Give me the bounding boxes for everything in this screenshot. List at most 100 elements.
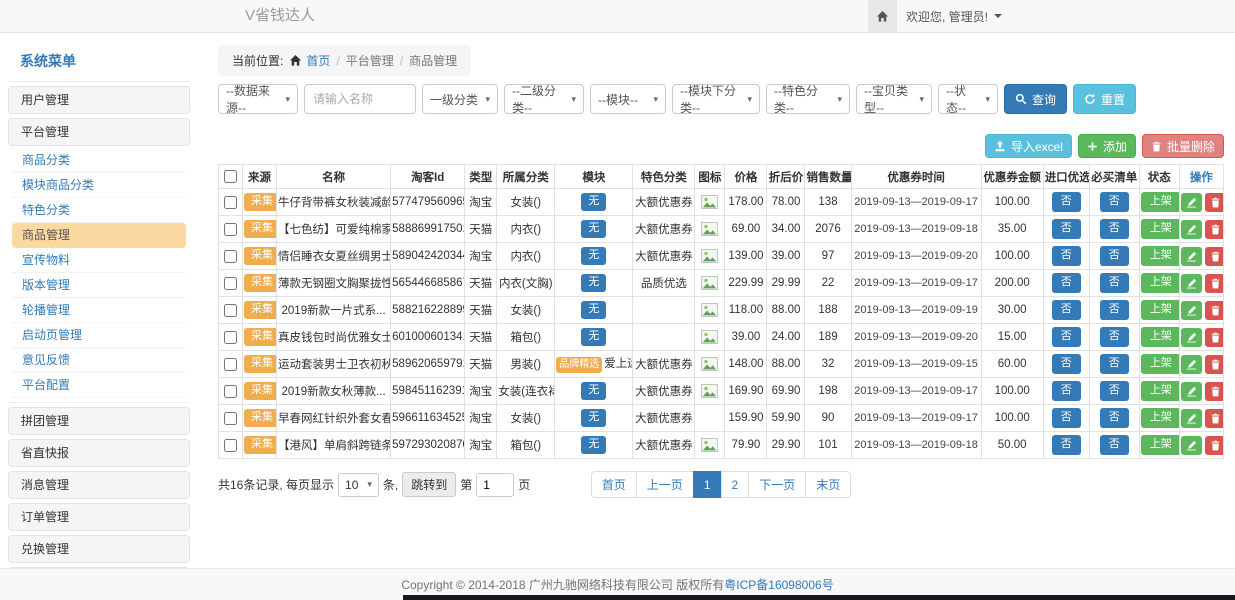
delete-button[interactable] [1205, 220, 1224, 239]
delete-button[interactable] [1205, 355, 1224, 374]
delete-button[interactable] [1205, 436, 1224, 455]
status-badge[interactable]: 上架 [1141, 408, 1180, 428]
sidebar-section-express-news[interactable]: 省直快报 [8, 439, 190, 467]
item-type-select[interactable]: --宝贝类型--▾ [856, 84, 932, 114]
row-checkbox[interactable] [224, 439, 237, 452]
edit-button[interactable] [1181, 247, 1202, 266]
delete-button[interactable] [1205, 247, 1224, 266]
page-button-page-1[interactable]: 1 [693, 471, 722, 498]
delete-button[interactable] [1205, 409, 1224, 428]
breadcrumb-home-link[interactable]: 首页 [289, 52, 330, 69]
reset-button[interactable]: 重置 [1073, 84, 1136, 114]
edit-button[interactable] [1181, 355, 1202, 374]
add-button[interactable]: 添加 [1078, 134, 1136, 158]
import-flag-badge[interactable]: 否 [1052, 192, 1081, 212]
row-checkbox[interactable] [224, 331, 237, 344]
sidebar-section-group-buy-mgmt[interactable]: 拼团管理 [8, 407, 190, 435]
icp-link[interactable]: 粤ICP备16098006号 [724, 576, 833, 593]
status-select[interactable]: --状态--▾ [938, 84, 998, 114]
module-sub-category-select[interactable]: --模块下分类--▾ [672, 84, 760, 114]
import-flag-badge[interactable]: 否 [1052, 435, 1081, 455]
import-flag-badge[interactable]: 否 [1052, 408, 1081, 428]
sidebar-item-feedback[interactable]: 意见反馈 [12, 348, 186, 373]
user-menu[interactable]: 欢迎您, 管理员! [906, 0, 1002, 32]
import-flag-badge[interactable]: 否 [1052, 300, 1081, 320]
search-button[interactable]: 查询 [1004, 84, 1067, 114]
edit-button[interactable] [1181, 220, 1202, 239]
sidebar-item-feature-category[interactable]: 特色分类 [12, 198, 186, 223]
sidebar-item-goods-mgmt[interactable]: 商品管理 [12, 223, 186, 248]
edit-button[interactable] [1181, 301, 1202, 320]
sidebar-section-user-mgmt[interactable]: 用户管理 [8, 86, 190, 114]
status-badge[interactable]: 上架 [1141, 327, 1180, 347]
edit-button[interactable] [1181, 409, 1202, 428]
level2-category-select[interactable]: --二级分类--▾ [504, 84, 584, 114]
sidebar-item-promo-materials[interactable]: 宣传物料 [12, 248, 186, 273]
must-buy-badge[interactable]: 否 [1100, 408, 1129, 428]
import-flag-badge[interactable]: 否 [1052, 354, 1081, 374]
status-badge[interactable]: 上架 [1141, 435, 1180, 455]
page-button-first[interactable]: 首页 [591, 471, 637, 498]
status-badge[interactable]: 上架 [1141, 300, 1180, 320]
row-checkbox[interactable] [224, 358, 237, 371]
status-badge[interactable]: 上架 [1141, 246, 1180, 266]
must-buy-badge[interactable]: 否 [1100, 381, 1129, 401]
import-flag-badge[interactable]: 否 [1052, 273, 1081, 293]
import-flag-badge[interactable]: 否 [1052, 246, 1081, 266]
home-button[interactable] [868, 0, 897, 32]
status-badge[interactable]: 上架 [1141, 381, 1180, 401]
import-excel-button[interactable]: 导入excel [985, 134, 1072, 158]
page-button-prev[interactable]: 上一页 [636, 471, 694, 498]
edit-button[interactable] [1181, 382, 1202, 401]
sidebar-section-order-mgmt[interactable]: 订单管理 [8, 503, 190, 531]
row-checkbox[interactable] [224, 385, 237, 398]
status-badge[interactable]: 上架 [1141, 192, 1180, 212]
sidebar-item-goods-category[interactable]: 商品分类 [12, 148, 186, 173]
page-number-input[interactable] [476, 473, 514, 497]
must-buy-badge[interactable]: 否 [1100, 219, 1129, 239]
sidebar-item-carousel-mgmt[interactable]: 轮播管理 [12, 298, 186, 323]
import-flag-badge[interactable]: 否 [1052, 381, 1081, 401]
edit-button[interactable] [1181, 436, 1202, 455]
delete-button[interactable] [1205, 193, 1224, 212]
must-buy-badge[interactable]: 否 [1100, 300, 1129, 320]
sidebar-section-exchange-mgmt[interactable]: 兑换管理 [8, 535, 190, 563]
status-badge[interactable]: 上架 [1141, 354, 1180, 374]
module-select[interactable]: --模块--▾ [590, 84, 666, 114]
must-buy-badge[interactable]: 否 [1100, 246, 1129, 266]
row-checkbox[interactable] [224, 250, 237, 263]
row-checkbox[interactable] [224, 196, 237, 209]
page-button-page-2[interactable]: 2 [721, 471, 750, 498]
row-checkbox[interactable] [224, 277, 237, 290]
edit-button[interactable] [1181, 274, 1202, 293]
row-checkbox[interactable] [224, 223, 237, 236]
row-checkbox[interactable] [224, 304, 237, 317]
delete-button[interactable] [1205, 382, 1224, 401]
delete-button[interactable] [1205, 328, 1224, 347]
row-checkbox[interactable] [224, 412, 237, 425]
must-buy-badge[interactable]: 否 [1100, 435, 1129, 455]
sidebar-item-version-mgmt[interactable]: 版本管理 [12, 273, 186, 298]
import-flag-badge[interactable]: 否 [1052, 327, 1081, 347]
sidebar-item-platform-config[interactable]: 平台配置 [12, 373, 186, 398]
must-buy-badge[interactable]: 否 [1100, 273, 1129, 293]
import-flag-badge[interactable]: 否 [1052, 219, 1081, 239]
must-buy-badge[interactable]: 否 [1100, 327, 1129, 347]
per-page-select[interactable]: 10 ▾ [338, 473, 379, 497]
edit-button[interactable] [1181, 193, 1202, 212]
must-buy-badge[interactable]: 否 [1100, 192, 1129, 212]
batch-delete-button[interactable]: 批量删除 [1142, 134, 1224, 158]
status-badge[interactable]: 上架 [1141, 219, 1180, 239]
jump-button[interactable]: 跳转到 [402, 472, 456, 497]
sidebar-item-module-goods-category[interactable]: 模块商品分类 [12, 173, 186, 198]
sidebar-section-platform-mgmt[interactable]: 平台管理 [8, 118, 190, 146]
level1-category-select[interactable]: 一级分类▾ [422, 84, 498, 114]
page-button-last[interactable]: 末页 [805, 471, 851, 498]
sidebar-item-splash-page-mgmt[interactable]: 启动页管理 [12, 323, 186, 348]
delete-button[interactable] [1205, 301, 1224, 320]
name-search-input[interactable] [304, 84, 416, 114]
delete-button[interactable] [1205, 274, 1224, 293]
edit-button[interactable] [1181, 328, 1202, 347]
page-button-next[interactable]: 下一页 [748, 471, 806, 498]
feature-category-select[interactable]: --特色分类--▾ [766, 84, 850, 114]
